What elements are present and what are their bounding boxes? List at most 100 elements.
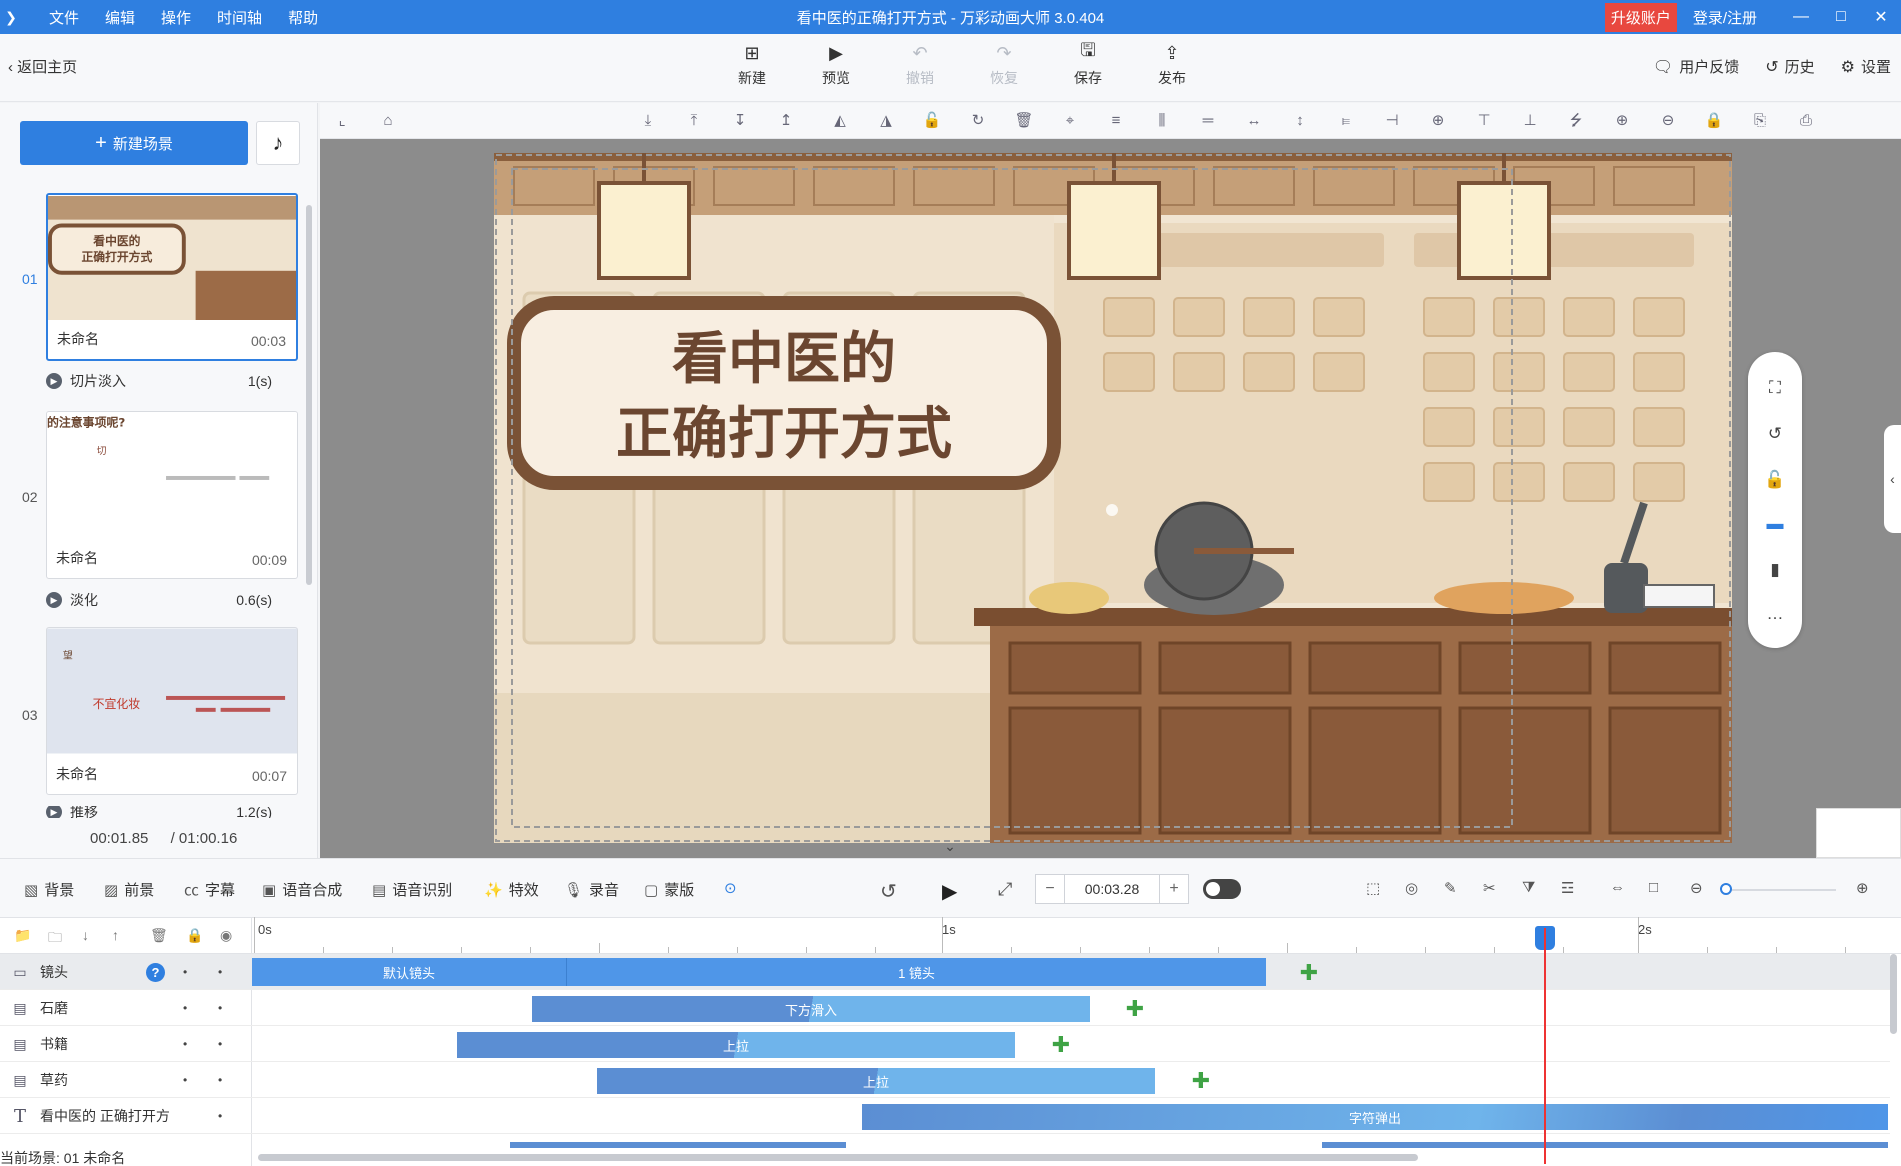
timeline-horizontal-scrollbar[interactable] xyxy=(258,1154,1418,1161)
fit-timeline-button[interactable]: ⇔ xyxy=(1610,879,1631,896)
edit-button[interactable]: ✎ xyxy=(1444,879,1463,897)
track-visibility-toggle[interactable]: • xyxy=(218,965,222,979)
scene-card-03[interactable]: 望 不宜化妆 未命名 00:07 xyxy=(46,627,298,795)
mobile-icon[interactable]: ▮ xyxy=(1763,558,1787,582)
track-row-title-text[interactable]: T 看中医的 正确打开方 • 字符弹出 xyxy=(0,1098,1890,1134)
unlock-icon[interactable]: 🔓 xyxy=(1763,468,1787,492)
menu-file[interactable]: 文件 xyxy=(49,7,79,28)
more-tools-button[interactable]: ⊙ xyxy=(724,879,743,897)
maximize-icon[interactable]: □ xyxy=(1821,8,1861,26)
login-button[interactable]: 登录/注册 xyxy=(1693,7,1757,28)
move-down-icon[interactable]: ↓ xyxy=(82,927,89,943)
flip-horizontal-icon[interactable]: ◭ xyxy=(830,111,850,131)
rotate-icon[interactable]: ↻ xyxy=(968,111,988,131)
scene-list-scrollbar[interactable] xyxy=(306,205,312,585)
timeline-vertical-scrollbar[interactable] xyxy=(1890,954,1897,1034)
music-button[interactable]: ♪ xyxy=(256,121,300,165)
snapshot-button[interactable]: ◎ xyxy=(1405,879,1424,897)
camera-clip-1[interactable]: 1 镜头 xyxy=(566,958,1266,986)
minimize-icon[interactable]: — xyxy=(1781,8,1821,26)
unlock-icon[interactable]: 🔓 xyxy=(922,111,942,131)
undo-button[interactable]: ↶ 撤销 xyxy=(878,42,962,88)
decrease-icon[interactable]: − xyxy=(1036,880,1064,898)
lock-icon[interactable]: 🔒 xyxy=(1704,111,1724,131)
move-bottom-icon[interactable]: ⤓ xyxy=(638,111,658,131)
align-right-icon[interactable]: ⊣ xyxy=(1382,111,1402,131)
add-keyframe-icon[interactable]: ✚ xyxy=(1298,962,1320,984)
upgrade-button[interactable]: 升级账户 xyxy=(1604,2,1677,32)
fullscreen-button[interactable]: ⤢ xyxy=(998,879,1018,900)
distribute-v-icon[interactable]: ═ xyxy=(1198,111,1218,131)
stage-canvas[interactable]: 看中医的 正确打开方式 xyxy=(494,153,1732,843)
move-up-icon[interactable]: ↑ xyxy=(112,927,119,943)
filter-button[interactable]: ⧩ xyxy=(1522,879,1541,896)
menu-edit[interactable]: 编辑 xyxy=(105,7,135,28)
track-lock-toggle[interactable]: • xyxy=(183,1037,187,1051)
move-down-icon[interactable]: ↧ xyxy=(730,111,750,131)
eye-icon[interactable]: ◉ xyxy=(220,927,232,944)
align-center-icon[interactable]: ≡ xyxy=(1106,111,1126,131)
mask-button[interactable]: ▢ 蒙版 xyxy=(644,879,694,900)
foreground-button[interactable]: ▨ 前景 xyxy=(104,879,154,900)
add-keyframe-icon[interactable]: ✚ xyxy=(1190,1070,1212,1092)
transition-item[interactable]: ▶ 切片淡入 1(s) xyxy=(46,371,272,391)
scene-card-01[interactable]: 看中医的 正确打开方式 未命名 00:03 xyxy=(46,193,298,361)
fit-screen-icon[interactable]: ⛶ xyxy=(1763,376,1787,400)
split-button[interactable]: ✂ xyxy=(1483,879,1502,897)
back-home-button[interactable]: ‹ 返回主页 xyxy=(8,56,77,77)
feedback-button[interactable]: 🗨 用户反馈 xyxy=(1653,56,1739,77)
subtitle-button[interactable]: ㏄字幕 xyxy=(184,879,235,900)
align-left-icon[interactable]: ⫢ xyxy=(1336,111,1356,131)
track-visibility-toggle[interactable]: • xyxy=(218,1001,222,1015)
track-lock-toggle[interactable]: • xyxy=(183,1073,187,1087)
add-keyframe-icon[interactable]: ✚ xyxy=(1124,998,1146,1020)
history-button[interactable]: ↺ 历史 xyxy=(1765,56,1814,77)
timeline-ruler[interactable]: 0s 1s 2s xyxy=(252,917,1901,954)
zoom-slider-track[interactable] xyxy=(1726,889,1836,891)
transition-item[interactable]: ▶ 推移 1.2(s) xyxy=(46,806,272,818)
time-value[interactable]: 00:03.28 xyxy=(1064,875,1160,903)
track-lock-toggle[interactable]: • xyxy=(183,965,187,979)
new-button[interactable]: ⊞ 新建 xyxy=(710,42,794,88)
minimap-thumbnail[interactable] xyxy=(1816,808,1901,858)
animation-clip[interactable]: 下方滑入 xyxy=(532,996,1090,1022)
trash-icon[interactable]: 🗑 xyxy=(150,927,168,944)
lock-icon[interactable]: 🔒 xyxy=(186,927,203,944)
increase-icon[interactable]: + xyxy=(1160,880,1188,898)
focus-icon[interactable]: ⌖ xyxy=(1060,111,1080,131)
menu-timeline[interactable]: 时间轴 xyxy=(217,7,262,28)
track-visibility-toggle[interactable]: • xyxy=(218,1073,222,1087)
redo-button[interactable]: ↷ 恢复 xyxy=(962,42,1046,88)
publish-button[interactable]: ⇪ 发布 xyxy=(1130,42,1214,88)
record-button[interactable]: 🎙 录音 xyxy=(564,879,619,900)
new-folder-icon[interactable]: 🗀 xyxy=(48,927,62,951)
align-top-icon[interactable]: ⊤ xyxy=(1474,111,1494,131)
home-icon[interactable]: ⌂ xyxy=(378,111,398,131)
tts-button[interactable]: ▣ 语音合成 xyxy=(262,879,342,900)
settings-button[interactable]: ⚙ 设置 xyxy=(1841,56,1891,77)
track-visibility-toggle[interactable]: • xyxy=(218,1037,222,1051)
copy-icon[interactable]: ⎘ xyxy=(1750,111,1770,131)
paste-icon[interactable]: ⎙ xyxy=(1796,111,1816,131)
replay-button[interactable]: ↺ xyxy=(880,879,903,904)
transition-item[interactable]: ▶ 淡化 0.6(s) xyxy=(46,590,272,610)
help-icon[interactable]: ? xyxy=(146,963,165,982)
camera-clip-default[interactable]: 默认镜头 xyxy=(252,958,566,986)
delete-icon[interactable]: 🗑 xyxy=(1014,111,1034,131)
flip-vertical-icon[interactable]: ◮ xyxy=(876,111,896,131)
move-top-icon[interactable]: ⤒ xyxy=(684,111,704,131)
zoom-in-timeline-button[interactable]: ⊕ xyxy=(1856,879,1875,897)
adjust-button[interactable]: ☲ xyxy=(1561,879,1580,897)
animation-clip[interactable]: 上拉 xyxy=(597,1068,1155,1094)
effects-button[interactable]: ✨ 特效 xyxy=(484,879,539,900)
move-up-icon[interactable]: ↥ xyxy=(776,111,796,131)
desktop-icon[interactable]: ▬ xyxy=(1763,512,1787,536)
playhead[interactable] xyxy=(1544,928,1546,1164)
toggle-switch[interactable] xyxy=(1203,879,1241,899)
save-button[interactable]: 🖫 保存 xyxy=(1046,40,1130,88)
time-stepper[interactable]: − 00:03.28 + xyxy=(1035,874,1189,904)
track-row-camera[interactable]: ▭ 镜头 ? • • 默认镜头 1 镜头 ✚ xyxy=(0,954,1890,990)
same-width-icon[interactable]: ↔ xyxy=(1244,111,1264,131)
background-button[interactable]: ▧ 背景 xyxy=(24,879,74,900)
zoom-slider-knob[interactable] xyxy=(1720,883,1732,895)
